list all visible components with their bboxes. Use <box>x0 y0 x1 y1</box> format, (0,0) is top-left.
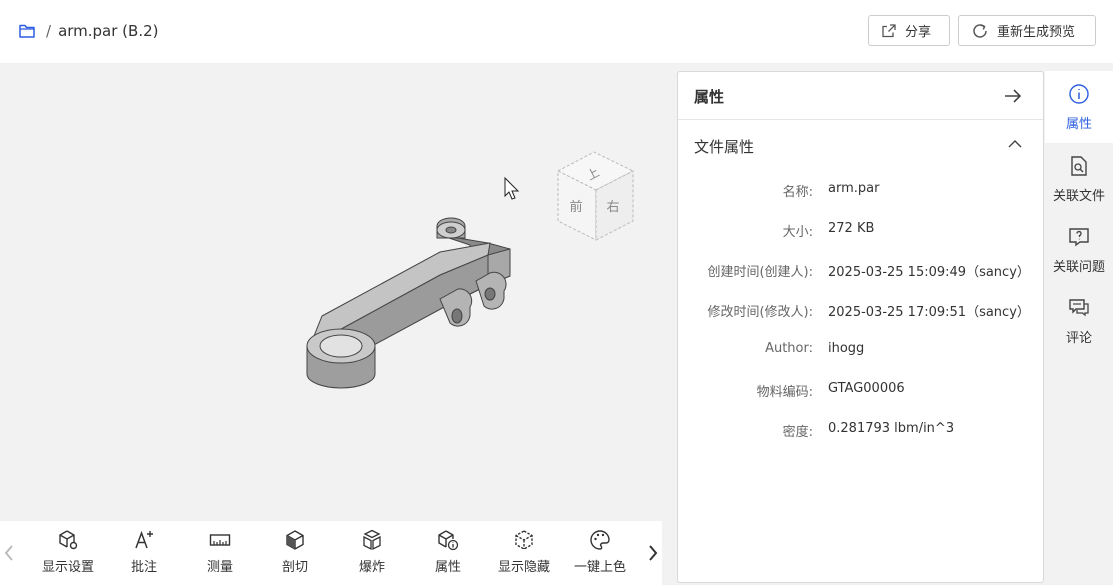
property-row-material-code: 物料编码: GTAG00006 <box>678 381 1043 401</box>
model-viewport[interactable]: 上 前 右 <box>0 63 670 521</box>
tool-color-palette[interactable]: 一键上色 <box>564 529 636 579</box>
regenerate-label: 重新生成预览 <box>997 25 1076 40</box>
toolbar-prev-button[interactable] <box>0 521 18 585</box>
property-value: 2025-03-25 17:09:51（sancy） <box>828 305 1030 320</box>
display-settings-icon <box>59 530 78 550</box>
tool-measure[interactable]: 测量 <box>184 529 256 579</box>
sidebar-item-label: 属性 <box>1065 117 1092 132</box>
share-icon <box>882 23 896 37</box>
chevron-up-icon[interactable] <box>1007 139 1023 149</box>
sidebar-item-properties[interactable]: 属性 <box>1045 71 1113 143</box>
property-value: ihogg <box>828 341 865 356</box>
properties-icon <box>438 530 459 551</box>
breadcrumb-file-name: arm.par (B.2) <box>58 22 159 40</box>
tool-label: 显示设置 <box>41 560 94 575</box>
tool-label: 显示隐藏 <box>497 560 550 575</box>
show-hide-icon <box>515 530 533 550</box>
mouse-cursor <box>504 176 520 200</box>
comment-icon <box>1069 299 1089 317</box>
properties-panel: 属性 文件属性 名称: arm.par 大小: 272 KB 创建时间(创建人)… <box>677 71 1044 583</box>
property-key: 名称: <box>782 185 813 200</box>
info-icon <box>1069 84 1089 104</box>
sidebar-item-linked-issues[interactable]: 关联问题 <box>1045 214 1113 286</box>
property-key: 物料编码: <box>756 385 813 400</box>
tool-properties[interactable]: 属性 <box>412 529 484 579</box>
tool-label: 批注 <box>130 560 157 575</box>
property-row-modified: 修改时间(修改人): 2025-03-25 17:09:51（sancy） <box>678 301 1043 321</box>
property-value: arm.par <box>828 181 880 196</box>
property-key: 创建时间(创建人): <box>707 265 813 280</box>
property-key: 修改时间(修改人): <box>707 305 813 320</box>
sidebar-item-label: 关联文件 <box>1052 189 1105 204</box>
view-cube-right-label[interactable]: 右 <box>606 200 619 215</box>
file-properties-section-header[interactable]: 文件属性 <box>678 120 1043 170</box>
property-row-density: 密度: 0.281793 lbm/in^3 <box>678 421 1043 441</box>
property-key: 密度: <box>782 425 813 440</box>
tool-annotate[interactable]: 批注 <box>108 529 180 579</box>
top-bar: / arm.par (B.2) 分享 重新生成预览 <box>0 0 1113 63</box>
sidebar-item-linked-files[interactable]: 关联文件 <box>1045 143 1113 215</box>
property-row-author: Author: ihogg <box>678 341 1043 361</box>
section-title: 文件属性 <box>694 138 755 156</box>
linked-file-icon <box>1071 156 1087 176</box>
tool-label: 测量 <box>206 560 233 575</box>
property-value: 2025-03-25 15:09:49（sancy） <box>828 265 1030 280</box>
tool-label: 一键上色 <box>573 560 626 575</box>
property-value: 272 KB <box>828 221 875 236</box>
tool-show-hide[interactable]: 显示隐藏 <box>488 529 560 579</box>
property-value: 0.281793 lbm/in^3 <box>828 421 955 436</box>
regenerate-preview-button[interactable]: 重新生成预览 <box>958 15 1096 46</box>
share-label: 分享 <box>905 25 932 40</box>
chevron-right-icon <box>649 545 658 561</box>
annotate-icon <box>135 530 153 549</box>
breadcrumb-separator: / <box>46 22 52 40</box>
tool-label: 爆炸 <box>358 560 385 575</box>
panel-header: 属性 <box>678 72 1043 120</box>
view-cube[interactable]: 上 前 右 <box>556 151 635 241</box>
arrow-right-icon[interactable] <box>1003 87 1023 105</box>
property-row-name: 名称: arm.par <box>678 181 1043 201</box>
property-row-size: 大小: 272 KB <box>678 221 1043 241</box>
tool-display-settings[interactable]: 显示设置 <box>32 529 104 579</box>
tool-label: 剖切 <box>281 560 308 575</box>
section-icon <box>286 530 304 550</box>
share-button[interactable]: 分享 <box>868 15 950 46</box>
viewer-toolbar: 显示设置 批注 测量 剖切 爆炸 属性 显示隐藏 一键上色 <box>0 521 662 585</box>
tool-section[interactable]: 剖切 <box>259 529 331 579</box>
toolbar-next-button[interactable] <box>644 521 662 585</box>
refresh-icon <box>973 23 987 38</box>
chevron-left-icon <box>4 545 13 561</box>
breadcrumb: / arm.par (B.2) <box>18 19 159 43</box>
tool-label: 属性 <box>434 560 461 575</box>
linked-issue-icon <box>1069 228 1089 247</box>
right-sidebar: 属性 关联文件 关联问题 评论 <box>1045 71 1113 585</box>
property-value: GTAG00006 <box>828 381 905 396</box>
view-cube-front-label[interactable]: 前 <box>569 199 582 215</box>
folder-icon[interactable] <box>18 22 36 40</box>
tool-explode[interactable]: 爆炸 <box>336 529 408 579</box>
property-key: 大小: <box>782 225 813 240</box>
property-key: Author: <box>765 341 813 356</box>
measure-icon <box>209 534 231 546</box>
panel-title: 属性 <box>694 88 725 106</box>
color-palette-icon <box>590 530 610 550</box>
sidebar-item-label: 关联问题 <box>1052 260 1105 275</box>
sidebar-item-label: 评论 <box>1065 331 1092 346</box>
property-row-created: 创建时间(创建人): 2025-03-25 15:09:49（sancy） <box>678 261 1043 281</box>
explode-icon <box>363 529 381 551</box>
sidebar-item-comments[interactable]: 评论 <box>1045 285 1113 357</box>
arm-3d-model[interactable] <box>306 217 511 389</box>
